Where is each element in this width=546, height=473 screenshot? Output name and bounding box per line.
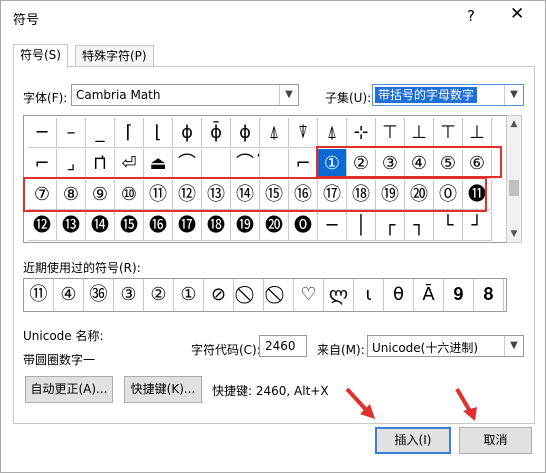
shortcut-text: 快捷键: 2460, Alt+X	[212, 384, 329, 398]
autocorrect-button[interactable]: 自动更正(A)...	[25, 376, 113, 403]
subset-select[interactable]: 带括号的字母数字 ▼	[372, 84, 524, 106]
recent-symbol-cell[interactable]: ლ	[324, 279, 354, 311]
from-select[interactable]: Unicode(十六进制) ▼	[367, 335, 524, 357]
unicode-name-value: 带圆圈数字一	[23, 353, 96, 367]
char-code-input[interactable]: 2460	[259, 335, 307, 357]
symbol-cell[interactable]: –	[57, 118, 86, 148]
unicode-name-label: Unicode 名称:	[23, 329, 104, 343]
font-label: 字体(F):	[23, 91, 68, 105]
symbol-cell[interactable]: ⍋	[260, 118, 289, 148]
recent-symbol-cell[interactable]: θ	[384, 279, 414, 311]
recent-symbol-cell[interactable]: Ā	[414, 279, 444, 311]
recent-symbol-cell[interactable]: 𝟖	[474, 279, 504, 311]
recent-symbol-cell[interactable]: ♡	[294, 279, 324, 311]
symbol-dialog: 符号 ? ✕ 符号(S) 特殊字符(P) 字体(F): Cambria Math…	[0, 0, 546, 473]
symbol-cell[interactable]: ϕ̄	[202, 118, 231, 148]
subset-label: 子集(U):	[325, 91, 372, 105]
chevron-down-icon[interactable]: ▼	[504, 336, 523, 356]
subset-value: 带括号的字母数字	[375, 87, 478, 103]
annotation-arrow-insert	[345, 387, 375, 419]
annotation-arrow-cancel	[455, 387, 477, 421]
symbol-cell[interactable]: ⓱	[173, 211, 202, 241]
recent-symbol-cell[interactable]: ⃠	[264, 279, 294, 311]
symbol-cell[interactable]: ⊤	[376, 118, 405, 148]
from-label: 来自(M):	[317, 343, 365, 357]
symbol-cell[interactable]: ⓭	[57, 211, 86, 241]
highlight-box-row2	[316, 146, 502, 178]
symbol-cell[interactable]: ⓿	[289, 211, 318, 241]
symbol-cell[interactable]: ⓮	[86, 211, 115, 241]
from-value: Unicode(十六进制)	[372, 341, 479, 355]
recent-symbol-cell[interactable]: ②	[144, 279, 174, 311]
symbol-cell[interactable]: ⓬	[28, 211, 57, 241]
symbol-cell[interactable]: ⓳	[231, 211, 260, 241]
symbol-cell[interactable]: ⌈	[115, 118, 144, 148]
recent-symbol-cell[interactable]: ⃠	[234, 279, 264, 311]
recent-symbol-cell[interactable]: ④	[54, 279, 84, 311]
symbol-cell[interactable]: ⍒	[289, 118, 318, 148]
symbol-cell[interactable]: ⓯	[115, 211, 144, 241]
symbol-cell[interactable]: ⓴	[260, 211, 289, 241]
symbol-cell[interactable]: ⊥	[405, 118, 434, 148]
chevron-down-icon[interactable]: ▼	[279, 85, 298, 105]
recent-symbol-cell[interactable]: ι	[354, 279, 384, 311]
symbol-cell[interactable]: ⌐	[289, 149, 318, 179]
symbol-cell[interactable]: ⓲	[202, 211, 231, 241]
shortcut-key-button[interactable]: 快捷键(K)...	[124, 376, 202, 403]
symbol-cell[interactable]: ⌊	[144, 118, 173, 148]
recent-label: 近期使用过的符号(R):	[23, 261, 141, 275]
char-code-label: 字符代码(C):	[191, 343, 261, 357]
symbol-cell[interactable]: _	[86, 118, 115, 148]
symbol-cell[interactable]: ⌐	[28, 149, 57, 179]
recent-symbol-cell[interactable]: ⊘	[204, 279, 234, 311]
recent-symbols[interactable]: ⑪④㊱③②①⊘⃠⃠♡ლιθĀ𝟗𝟖	[23, 278, 507, 312]
symbol-cell[interactable]: ─	[318, 211, 347, 241]
close-button[interactable]: ✕	[510, 4, 524, 24]
highlight-box-row3	[23, 177, 487, 212]
cancel-button[interactable]: 取消	[459, 427, 532, 454]
symbol-cell[interactable]: ⊤	[434, 118, 463, 148]
title-bar: 符号 ? ✕	[1, 1, 545, 33]
symbol-cell[interactable]: ⊹	[347, 118, 376, 148]
tab-symbols[interactable]: 符号(S)	[13, 44, 68, 68]
scroll-up-icon[interactable]: ▲	[507, 116, 521, 132]
symbol-cell[interactable]: ⓰	[144, 211, 173, 241]
symbol-cell[interactable]: ⌟	[57, 149, 86, 179]
symbol-cell[interactable]	[202, 149, 231, 179]
recent-symbol-cell[interactable]: ①	[174, 279, 204, 311]
grid-scrollbar[interactable]: ▲ ▼	[506, 115, 522, 243]
chevron-down-icon[interactable]: ▼	[504, 85, 523, 105]
symbol-cell[interactable]: ⊓̇	[86, 149, 115, 179]
symbol-cell[interactable]: ⊥	[463, 118, 492, 148]
recent-symbol-cell[interactable]: ㊱	[84, 279, 114, 311]
insert-button[interactable]: 插入(I)	[375, 427, 451, 454]
symbol-cell[interactable]: ⏎	[115, 149, 144, 179]
symbol-cell[interactable]: ┘	[463, 211, 492, 241]
scroll-down-icon[interactable]: ▼	[507, 226, 521, 242]
recent-symbol-cell[interactable]: 𝟗	[444, 279, 474, 311]
symbol-cell[interactable]	[260, 149, 289, 179]
dialog-title: 符号	[13, 13, 40, 28]
scroll-thumb[interactable]	[509, 180, 519, 196]
symbol-cell[interactable]: ⌒	[173, 149, 202, 179]
symbol-cell[interactable]: ⍋	[318, 118, 347, 148]
recent-symbol-cell[interactable]: ⑪	[24, 279, 54, 311]
recent-symbol-cell[interactable]: ③	[114, 279, 144, 311]
char-code-value: 2460	[265, 339, 296, 353]
symbol-cell[interactable]: ϕ	[173, 118, 202, 148]
symbol-cell[interactable]: ─	[28, 118, 57, 148]
symbol-cell[interactable]: ⏏	[144, 149, 173, 179]
font-value: Cambria Math	[76, 88, 161, 102]
symbol-cell[interactable]: │	[347, 211, 376, 241]
tab-special-characters[interactable]: 特殊字符(P)	[75, 45, 154, 67]
symbol-cell[interactable]: ϕ	[231, 118, 260, 148]
symbol-cell[interactable]: ┐	[405, 211, 434, 241]
symbol-cell[interactable]: ⌒̇	[231, 149, 260, 179]
symbol-cell[interactable]: ┌	[376, 211, 405, 241]
symbol-cell[interactable]: └	[434, 211, 463, 241]
font-select[interactable]: Cambria Math ▼	[71, 84, 299, 106]
help-button[interactable]: ?	[467, 7, 475, 25]
